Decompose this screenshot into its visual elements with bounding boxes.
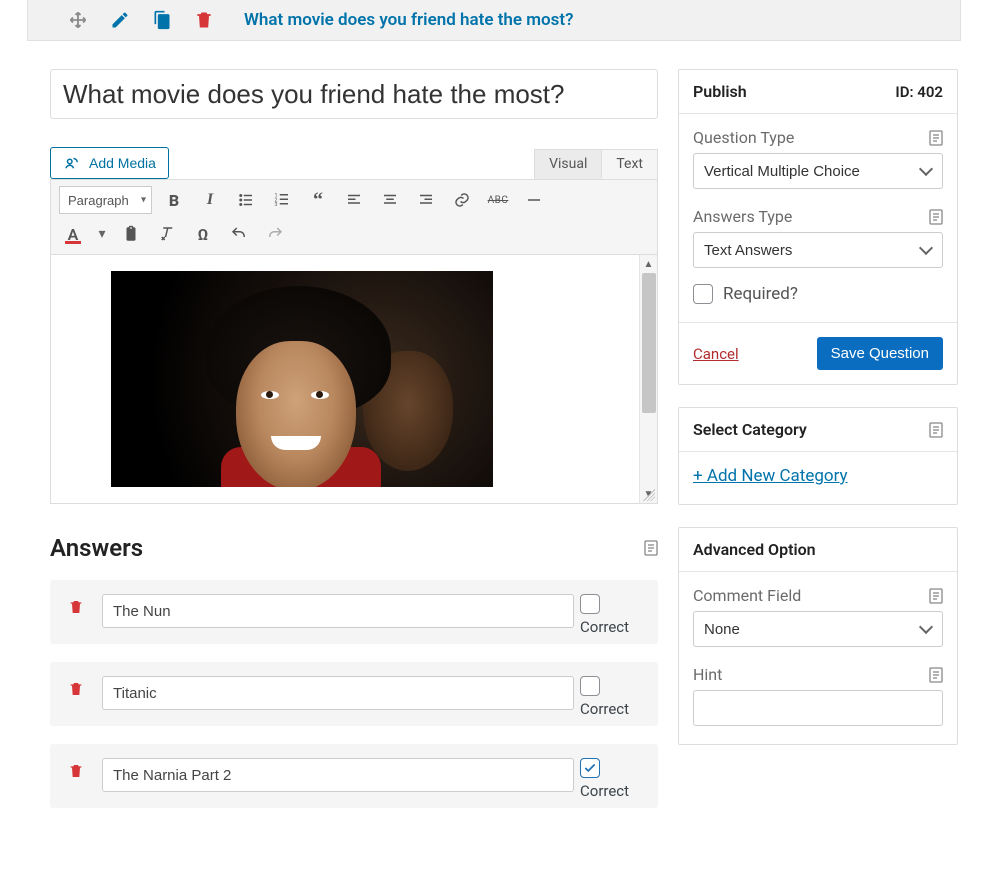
editor-container: Paragraph B I 123 “	[50, 179, 658, 504]
answer-delete-icon[interactable]	[68, 598, 96, 620]
tab-text[interactable]: Text	[602, 149, 658, 179]
category-title: Select Category	[693, 420, 807, 439]
paste-icon[interactable]	[117, 220, 145, 248]
correct-label: Correct	[580, 700, 629, 718]
clear-format-icon[interactable]	[153, 220, 181, 248]
question-title-input[interactable]	[50, 69, 658, 119]
publish-box: Publish ID: 402 Question Type Vertical M…	[678, 69, 958, 385]
correct-label: Correct	[580, 618, 629, 636]
tab-visual[interactable]: Visual	[534, 149, 602, 179]
answers-type-label: Answers Type	[693, 207, 792, 226]
add-media-label: Add Media	[89, 155, 156, 171]
link-icon[interactable]	[448, 186, 476, 214]
question-header-bar: What movie does you friend hate the most…	[27, 0, 961, 41]
hint-help-icon[interactable]	[929, 667, 943, 683]
answers-heading: Answers	[50, 534, 143, 562]
horizontal-rule-icon[interactable]	[520, 186, 548, 214]
scroll-thumb[interactable]	[642, 273, 656, 413]
answers-type-select[interactable]: Text Answers	[693, 232, 943, 268]
answer-correct-checkbox[interactable]	[580, 594, 600, 614]
align-right-icon[interactable]	[412, 186, 440, 214]
answer-row: Correct	[50, 662, 658, 726]
svg-text:3: 3	[275, 202, 278, 208]
category-help-icon[interactable]	[929, 422, 943, 438]
question-id: ID: 402	[895, 83, 943, 101]
bold-icon[interactable]: B	[160, 186, 188, 214]
answer-row: Correct	[50, 580, 658, 644]
comment-field-select[interactable]: None	[693, 611, 943, 647]
text-color-dropdown-icon[interactable]: ▾	[95, 220, 109, 248]
category-box: Select Category + Add New Category	[678, 407, 958, 505]
move-icon[interactable]	[68, 10, 88, 30]
editor-tabs: Visual Text	[534, 149, 658, 179]
numbered-list-icon[interactable]: 123	[268, 186, 296, 214]
content-image[interactable]	[111, 271, 493, 487]
comment-field-help-icon[interactable]	[929, 588, 943, 604]
question-type-select[interactable]: Vertical Multiple Choice	[693, 153, 943, 189]
question-type-label: Question Type	[693, 128, 794, 147]
answers-type-help-icon[interactable]	[929, 209, 943, 225]
answer-input[interactable]	[102, 676, 574, 710]
required-checkbox[interactable]	[693, 284, 713, 304]
bulleted-list-icon[interactable]	[232, 186, 260, 214]
special-char-icon[interactable]: Ω	[189, 220, 217, 248]
text-color-icon[interactable]: A	[59, 220, 87, 248]
answer-delete-icon[interactable]	[68, 680, 96, 702]
resize-grip-icon[interactable]	[643, 489, 655, 501]
question-type-help-icon[interactable]	[929, 130, 943, 146]
save-question-button[interactable]: Save Question	[817, 337, 943, 370]
scroll-up-icon[interactable]: ▲	[640, 255, 657, 273]
question-title-link[interactable]: What movie does you friend hate the most…	[244, 10, 574, 30]
answer-row: Correct	[50, 744, 658, 808]
answer-correct-checkbox[interactable]	[580, 676, 600, 696]
required-label: Required?	[723, 284, 798, 304]
editor-scrollbar[interactable]: ▲ ▼	[639, 255, 657, 503]
add-new-category-link[interactable]: + Add New Category	[693, 466, 848, 486]
align-center-icon[interactable]	[376, 186, 404, 214]
answer-input[interactable]	[102, 758, 574, 792]
strikethrough-abc-icon[interactable]: ABC	[484, 186, 512, 214]
blockquote-icon[interactable]: “	[304, 186, 332, 214]
format-select[interactable]: Paragraph	[59, 186, 152, 214]
add-media-button[interactable]: Add Media	[50, 147, 169, 179]
wysiwyg-toolbar: Paragraph B I 123 “	[51, 180, 657, 255]
edit-icon[interactable]	[110, 10, 130, 30]
correct-label: Correct	[580, 782, 629, 800]
answers-help-icon[interactable]	[644, 540, 658, 556]
align-left-icon[interactable]	[340, 186, 368, 214]
answer-delete-icon[interactable]	[68, 762, 96, 784]
cancel-link[interactable]: Cancel	[693, 345, 739, 363]
italic-icon[interactable]: I	[196, 186, 224, 214]
redo-icon[interactable]	[261, 220, 289, 248]
duplicate-icon[interactable]	[152, 10, 172, 30]
hint-input[interactable]	[693, 690, 943, 726]
hint-label: Hint	[693, 665, 722, 684]
publish-title: Publish	[693, 82, 747, 101]
comment-field-label: Comment Field	[693, 586, 801, 605]
editor-canvas[interactable]	[51, 255, 639, 503]
answer-correct-checkbox[interactable]	[580, 758, 600, 778]
advanced-box: Advanced Option Comment Field None	[678, 527, 958, 745]
delete-icon[interactable]	[194, 10, 214, 30]
undo-icon[interactable]	[225, 220, 253, 248]
answer-input[interactable]	[102, 594, 574, 628]
advanced-title: Advanced Option	[693, 540, 816, 559]
